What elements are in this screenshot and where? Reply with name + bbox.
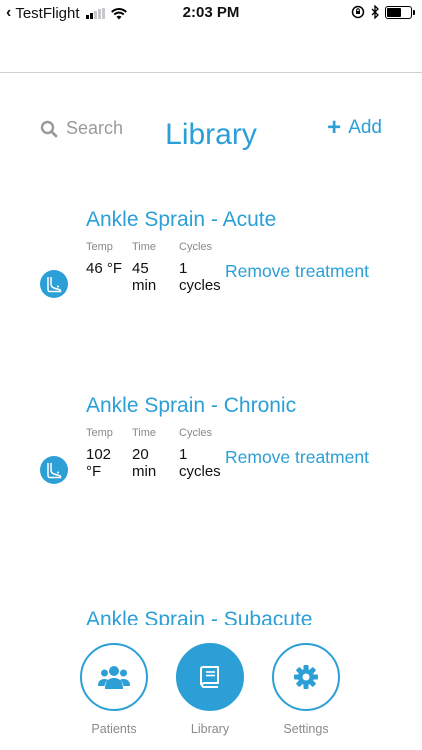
time-label: Time bbox=[132, 427, 157, 439]
tab-label: Patients bbox=[91, 722, 137, 736]
users-icon bbox=[98, 666, 130, 689]
remove-treatment-button[interactable]: Remove treatment bbox=[225, 261, 369, 282]
cycles-value: 1 cycles bbox=[179, 446, 221, 480]
status-indicators bbox=[351, 5, 415, 19]
bluetooth-icon bbox=[371, 5, 379, 19]
temp-label: Temp bbox=[86, 241, 113, 253]
battery-fill bbox=[387, 7, 401, 17]
tab-library-circle[interactable] bbox=[176, 643, 244, 711]
plus-icon: + bbox=[327, 114, 342, 141]
time-value: 20 min bbox=[132, 446, 157, 480]
temp-label: Temp bbox=[86, 427, 113, 439]
cycles-label: Cycles bbox=[179, 427, 213, 439]
rotation-lock-icon bbox=[351, 5, 365, 19]
battery-icon bbox=[385, 5, 415, 19]
status-bar: ‹ TestFlight 2:03 PM bbox=[0, 0, 422, 26]
tab-settings[interactable]: Settings bbox=[266, 643, 346, 736]
treatment-name[interactable]: Ankle Sprain - Chronic bbox=[86, 394, 296, 418]
time-label: Time bbox=[132, 241, 157, 253]
tab-label: Library bbox=[190, 722, 230, 736]
treatment-name[interactable]: Ankle Sprain - Acute bbox=[86, 208, 276, 232]
cycles-column: Cycles 1 cycles bbox=[179, 427, 221, 480]
cycles-value: 1 cycles bbox=[179, 260, 221, 294]
tab-label: Settings bbox=[283, 722, 329, 736]
book-icon bbox=[200, 666, 219, 688]
treatment-name[interactable]: Ankle Sprain - Subacute bbox=[86, 608, 312, 625]
temp-column: Temp 46 °F bbox=[86, 241, 126, 277]
header-divider bbox=[0, 72, 422, 73]
cycles-label: Cycles bbox=[179, 241, 213, 253]
tab-settings-circle[interactable] bbox=[272, 643, 340, 711]
tab-library[interactable]: Library bbox=[170, 643, 250, 736]
list-item[interactable]: Ankle Sprain - Acute Temp 46 °F Time 45 … bbox=[0, 195, 422, 385]
temp-value: 102 °F bbox=[86, 446, 112, 480]
add-label: Add bbox=[348, 117, 382, 138]
add-button[interactable]: + Add bbox=[327, 114, 382, 141]
time-column: Time 20 min bbox=[132, 427, 172, 480]
treatment-list[interactable]: Ankle Sprain - Acute Temp 46 °F Time 45 … bbox=[0, 195, 422, 625]
temp-value: 46 °F bbox=[86, 260, 123, 277]
remove-treatment-button[interactable]: Remove treatment bbox=[225, 447, 369, 468]
list-item[interactable]: Ankle Sprain - Subacute bbox=[0, 595, 422, 625]
foot-icon bbox=[40, 456, 68, 484]
gear-icon bbox=[294, 665, 318, 689]
tab-bar: Patients Library Settings bbox=[0, 625, 422, 750]
time-value: 45 min bbox=[132, 260, 157, 294]
time-column: Time 45 min bbox=[132, 241, 172, 294]
cycles-column: Cycles 1 cycles bbox=[179, 241, 221, 294]
temp-column: Temp 102 °F bbox=[86, 427, 126, 480]
foot-icon bbox=[40, 270, 68, 298]
list-item[interactable]: Ankle Sprain - Chronic Temp 102 °F Time … bbox=[0, 381, 422, 571]
tab-patients[interactable]: Patients bbox=[74, 643, 154, 736]
tab-patients-circle[interactable] bbox=[80, 643, 148, 711]
